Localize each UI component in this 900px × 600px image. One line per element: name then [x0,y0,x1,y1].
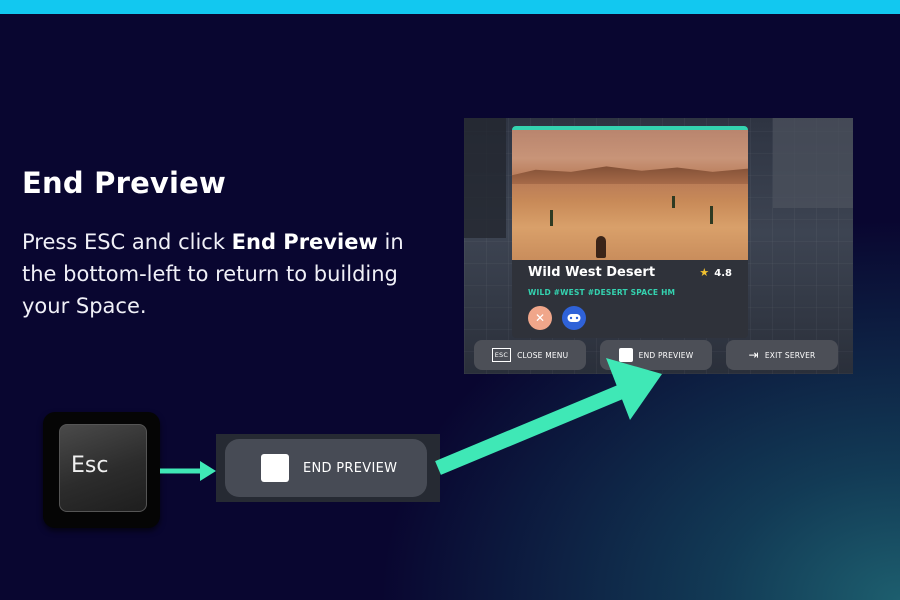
esc-key-face: Esc [59,424,147,512]
space-title: Wild West Desert [528,265,656,280]
big-arrow-icon [435,358,662,475]
space-tags: WILD #WEST #DESERT SPACE HM [528,288,676,297]
cactus [550,210,553,226]
instruction-text: Press ESC and click End Preview in the b… [22,226,422,322]
cactus [672,196,675,208]
end-preview-zoom-label: END PREVIEW [303,460,398,476]
background-block-right [773,118,853,208]
game-menu-screenshot: Wild West Desert ★ 4.8 WILD #WEST #DESERT… [464,118,853,374]
esc-key-label: Esc [71,453,109,478]
tools-icon[interactable]: ✕ [528,306,552,330]
person-figure [596,236,606,258]
end-preview-zoom: END PREVIEW [216,434,440,502]
exit-server-label: EXIT SERVER [764,350,816,360]
desert-photo [512,130,748,260]
cactus [710,206,713,224]
page-title: End Preview [22,166,227,200]
esc-key-icon: Esc [43,412,160,528]
desert-ridge [512,166,748,184]
top-accent-bar [0,0,900,14]
space-rating: ★ 4.8 [699,266,732,279]
instruction-bold: End Preview [231,230,378,254]
exit-door-icon: ⇥ [748,348,759,362]
end-preview-square-icon [261,454,289,482]
end-preview-zoom-button[interactable]: END PREVIEW [225,439,427,497]
gamepad-icon[interactable] [562,306,586,330]
instruction-part-1: Press ESC and click [22,230,232,254]
space-card[interactable]: Wild West Desert ★ 4.8 WILD #WEST #DESERT… [512,126,748,338]
background-block-left [464,118,506,238]
star-icon: ★ [699,266,710,279]
rating-value: 4.8 [714,268,732,279]
arrow-right-icon [160,461,216,481]
exit-server-button[interactable]: ⇥ EXIT SERVER [726,340,838,370]
